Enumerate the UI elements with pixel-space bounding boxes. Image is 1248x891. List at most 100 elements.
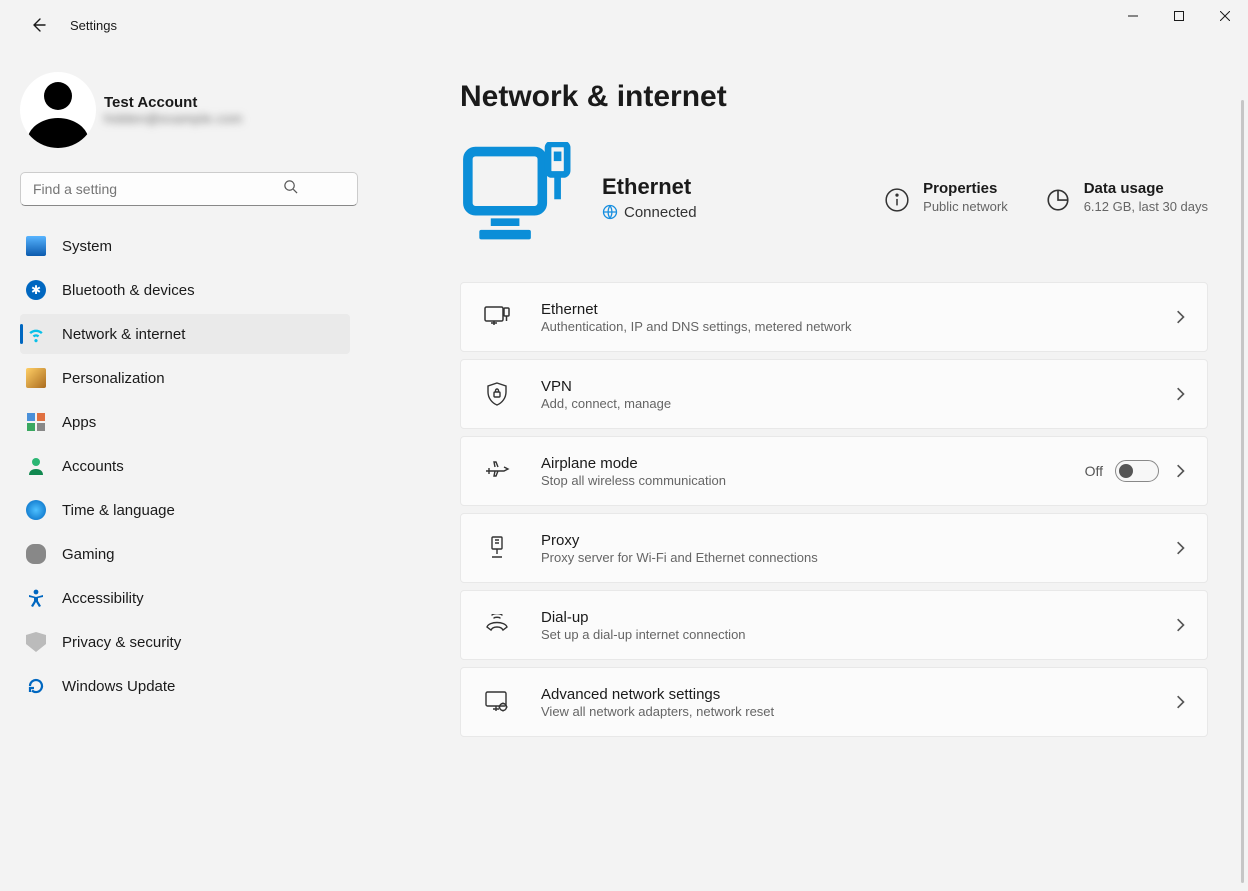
row-vpn[interactable]: VPN Add, connect, manage <box>460 359 1208 429</box>
ethernet-hero-icon <box>460 142 580 252</box>
nav-item-label: Time & language <box>62 502 175 519</box>
hero-status: Connected <box>602 204 697 221</box>
monitor-gear-icon <box>483 690 511 714</box>
chevron-right-icon <box>1173 310 1187 324</box>
nav-item-network[interactable]: Network & internet <box>20 314 350 354</box>
chevron-right-icon <box>1173 541 1187 555</box>
row-title: Dial-up <box>541 609 746 626</box>
toggle-state-label: Off <box>1085 463 1103 479</box>
chevron-right-icon <box>1173 618 1187 632</box>
search-icon <box>283 179 298 199</box>
chevron-right-icon <box>1173 695 1187 709</box>
properties-sub: Public network <box>923 199 1008 214</box>
brush-icon <box>26 368 46 388</box>
pie-chart-icon <box>1044 186 1072 214</box>
nav-item-label: Gaming <box>62 546 115 563</box>
nav-item-label: Apps <box>62 414 96 431</box>
nav-list: System ✱ Bluetooth & devices Network & in… <box>20 226 320 706</box>
nav-item-label: Windows Update <box>62 678 175 695</box>
nav-item-label: Network & internet <box>62 326 185 343</box>
airplane-toggle-wrap: Off <box>1085 460 1159 482</box>
phone-icon <box>483 614 511 636</box>
row-title: Airplane mode <box>541 455 726 472</box>
row-title: Ethernet <box>541 301 851 318</box>
window-controls <box>1110 0 1248 32</box>
nav-item-privacy[interactable]: Privacy & security <box>20 622 350 662</box>
airplane-toggle[interactable] <box>1115 460 1159 482</box>
proxy-icon <box>483 535 511 561</box>
data-usage-card[interactable]: Data usage 6.12 GB, last 30 days <box>1044 180 1208 214</box>
properties-title: Properties <box>923 180 1008 197</box>
ethernet-icon <box>483 306 511 328</box>
update-icon <box>26 676 46 696</box>
bluetooth-icon: ✱ <box>26 280 46 300</box>
display-icon <box>26 236 46 256</box>
settings-list: Ethernet Authentication, IP and DNS sett… <box>460 282 1208 737</box>
row-title: Proxy <box>541 532 818 549</box>
row-airplane-mode[interactable]: Airplane mode Stop all wireless communic… <box>460 436 1208 506</box>
nav-item-label: Bluetooth & devices <box>62 282 195 299</box>
nav-item-label: System <box>62 238 112 255</box>
row-sub: Authentication, IP and DNS settings, met… <box>541 319 851 334</box>
nav-item-gaming[interactable]: Gaming <box>20 534 350 574</box>
chevron-right-icon <box>1173 387 1187 401</box>
sidebar: Test Account hidden@example.com System ✱… <box>0 50 320 891</box>
apps-icon <box>26 412 46 432</box>
hero-text[interactable]: Ethernet Connected <box>602 174 697 221</box>
data-usage-sub: 6.12 GB, last 30 days <box>1084 199 1208 214</box>
row-sub: Proxy server for Wi-Fi and Ethernet conn… <box>541 550 818 565</box>
person-icon <box>26 456 46 476</box>
profile-email: hidden@example.com <box>104 111 243 126</box>
row-proxy[interactable]: Proxy Proxy server for Wi-Fi and Etherne… <box>460 513 1208 583</box>
row-ethernet[interactable]: Ethernet Authentication, IP and DNS sett… <box>460 282 1208 352</box>
main-content: Network & internet Ethernet Connected <box>320 50 1248 891</box>
avatar <box>20 72 96 148</box>
row-sub: View all network adapters, network reset <box>541 704 774 719</box>
row-sub: Set up a dial-up internet connection <box>541 627 746 642</box>
properties-card[interactable]: Properties Public network <box>883 180 1008 214</box>
search-box[interactable] <box>20 172 320 206</box>
nav-item-label: Personalization <box>62 370 165 387</box>
app-title: Settings <box>70 18 117 33</box>
nav-item-bluetooth[interactable]: ✱ Bluetooth & devices <box>20 270 350 310</box>
data-usage-title: Data usage <box>1084 180 1208 197</box>
row-title: VPN <box>541 378 671 395</box>
shield-lock-icon <box>483 382 511 406</box>
close-button[interactable] <box>1202 0 1248 32</box>
nav-item-accounts[interactable]: Accounts <box>20 446 350 486</box>
nav-item-personalization[interactable]: Personalization <box>20 358 350 398</box>
nav-item-label: Accounts <box>62 458 124 475</box>
search-input[interactable] <box>20 172 358 206</box>
row-dialup[interactable]: Dial-up Set up a dial-up internet connec… <box>460 590 1208 660</box>
nav-item-label: Accessibility <box>62 590 144 607</box>
hero-title: Ethernet <box>602 174 697 200</box>
nav-item-accessibility[interactable]: Accessibility <box>20 578 350 618</box>
chevron-right-icon <box>1173 464 1187 478</box>
hero-status-text: Connected <box>624 204 697 221</box>
nav-item-label: Privacy & security <box>62 634 181 651</box>
profile-name: Test Account <box>104 94 243 111</box>
back-button[interactable] <box>18 5 58 45</box>
titlebar: Settings <box>0 0 1248 50</box>
row-title: Advanced network settings <box>541 686 774 703</box>
maximize-button[interactable] <box>1156 0 1202 32</box>
row-sub: Stop all wireless communication <box>541 473 726 488</box>
info-icon <box>883 186 911 214</box>
profile-block[interactable]: Test Account hidden@example.com <box>20 72 320 148</box>
globe-clock-icon <box>26 500 46 520</box>
gamepad-icon <box>26 544 46 564</box>
row-sub: Add, connect, manage <box>541 396 671 411</box>
nav-item-time[interactable]: Time & language <box>20 490 350 530</box>
nav-item-system[interactable]: System <box>20 226 350 266</box>
nav-item-update[interactable]: Windows Update <box>20 666 350 706</box>
wifi-icon <box>26 324 46 344</box>
scrollbar[interactable] <box>1241 100 1244 883</box>
accessibility-icon <box>26 588 46 608</box>
airplane-icon <box>483 460 511 482</box>
row-advanced[interactable]: Advanced network settings View all netwo… <box>460 667 1208 737</box>
nav-item-apps[interactable]: Apps <box>20 402 350 442</box>
shield-icon <box>26 632 46 652</box>
minimize-button[interactable] <box>1110 0 1156 32</box>
network-hero: Ethernet Connected Properties Public net… <box>460 142 1208 252</box>
page-title: Network & internet <box>460 80 1208 114</box>
